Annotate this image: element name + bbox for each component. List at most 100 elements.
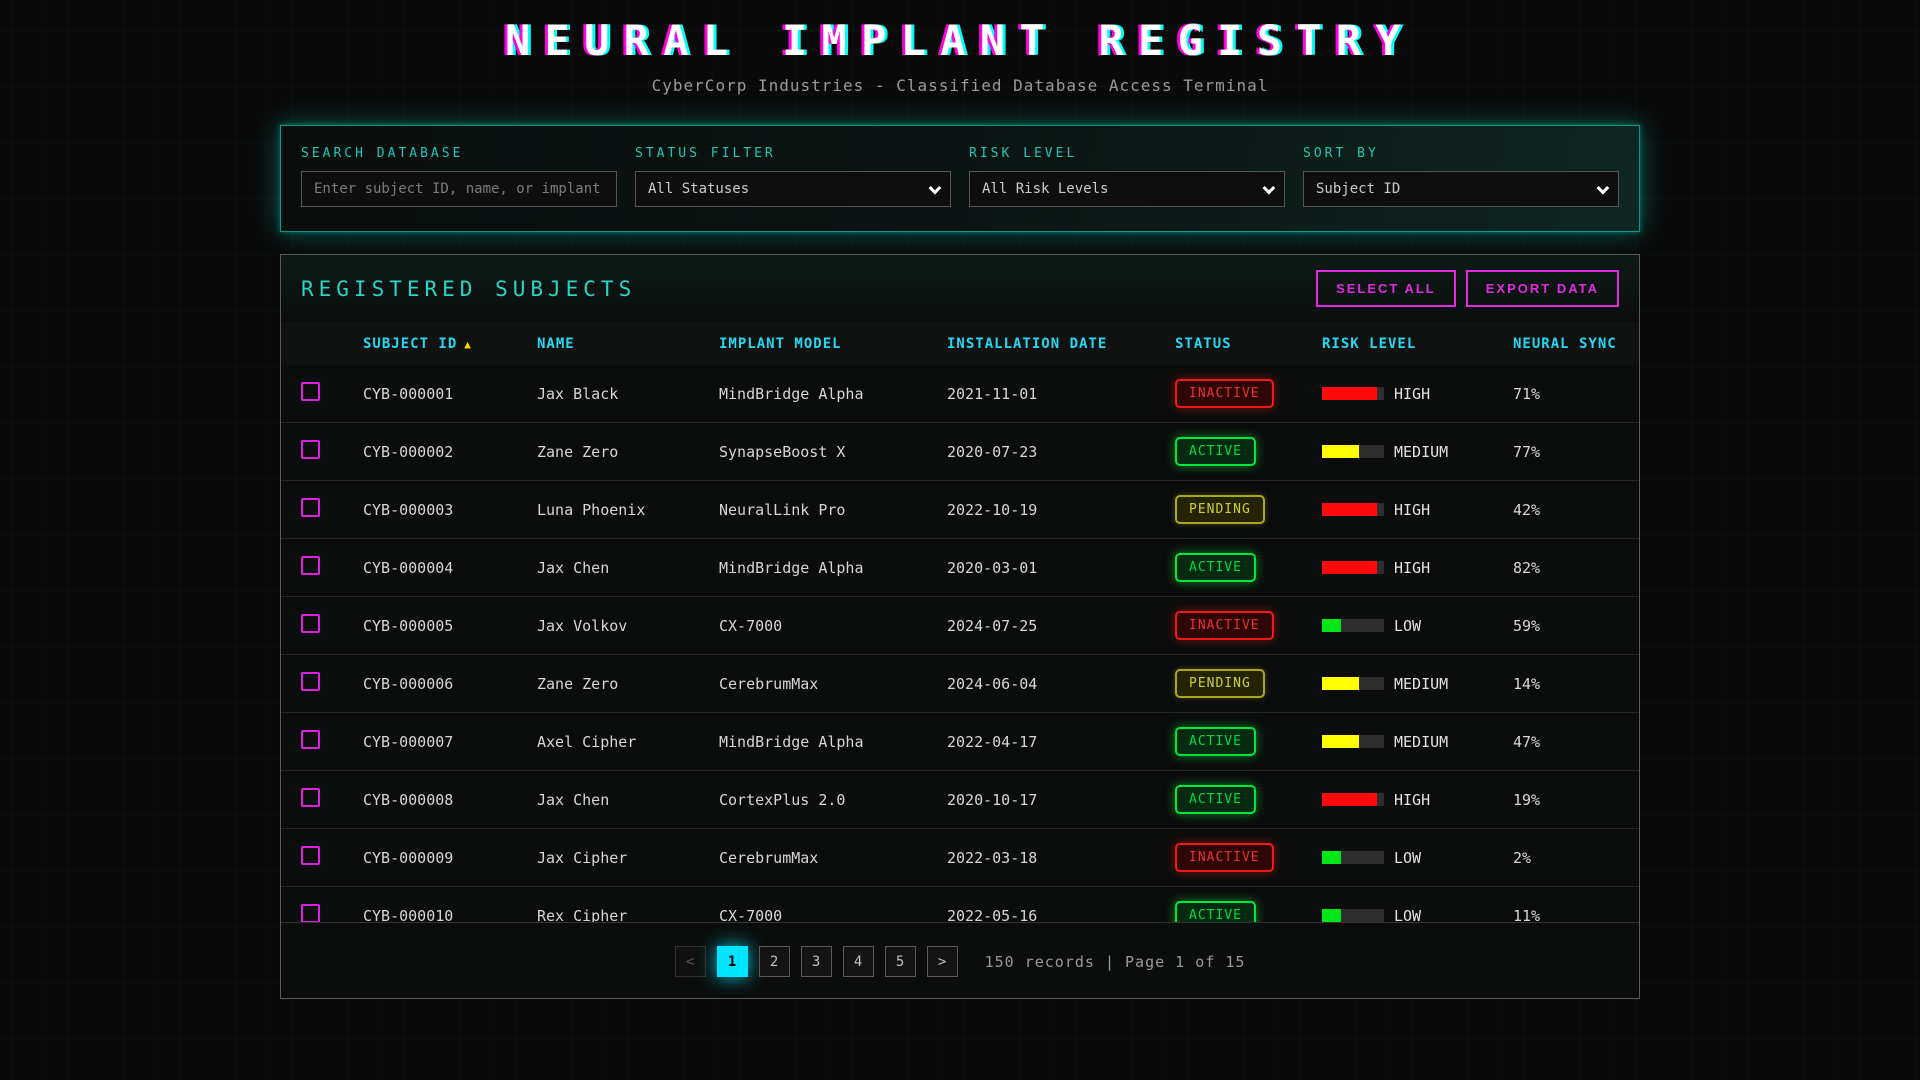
table-row: CYB-000010 Rex Cipher CX-7000 2022-05-16… [281, 887, 1639, 922]
status-filter-value: All Statuses [648, 181, 749, 197]
status-badge: ACTIVE [1175, 901, 1256, 922]
row-checkbox[interactable] [301, 672, 320, 691]
status-badge: INACTIVE [1175, 379, 1274, 408]
column-header-subject-id[interactable]: SUBJECT ID▲ [363, 336, 537, 352]
subject-id-cell: CYB-000005 [363, 617, 537, 635]
risk-bar-fill [1322, 677, 1359, 690]
risk-bar-fill [1322, 445, 1359, 458]
risk-label: LOW [1394, 849, 1421, 867]
column-header-installation-date[interactable]: INSTALLATION DATE [947, 336, 1175, 352]
subjects-title: REGISTERED SUBJECTS [301, 277, 636, 301]
implant-model-cell: CerebrumMax [719, 849, 947, 867]
status-badge: ACTIVE [1175, 437, 1256, 466]
installation-date-cell: 2020-03-01 [947, 559, 1175, 577]
chevron-down-icon [1263, 181, 1276, 194]
table-row: CYB-000007 Axel Cipher MindBridge Alpha … [281, 713, 1639, 771]
row-checkbox[interactable] [301, 846, 320, 865]
sort-select[interactable]: Subject ID [1303, 171, 1619, 207]
page-button-2[interactable]: 2 [759, 946, 790, 977]
risk-bar [1322, 909, 1384, 922]
name-cell: Jax Volkov [537, 617, 719, 635]
sort-value: Subject ID [1316, 181, 1400, 197]
row-checkbox[interactable] [301, 614, 320, 633]
column-header-name[interactable]: NAME [537, 336, 719, 352]
neural-sync-cell: 71% [1513, 385, 1619, 403]
page-button-4[interactable]: 4 [843, 946, 874, 977]
installation-date-cell: 2024-06-04 [947, 675, 1175, 693]
name-cell: Jax Chen [537, 791, 719, 809]
risk-bar-fill [1322, 793, 1377, 806]
risk-level-cell: HIGH [1322, 559, 1513, 577]
risk-filter-select[interactable]: All Risk Levels [969, 171, 1285, 207]
chevron-down-icon [1597, 181, 1610, 194]
sort-ascending-icon: ▲ [464, 338, 472, 351]
subject-id-cell: CYB-000007 [363, 733, 537, 751]
risk-label: LOW [1394, 907, 1421, 923]
page-buttons: 12345 [717, 946, 916, 977]
risk-bar [1322, 851, 1384, 864]
next-page-button[interactable]: > [927, 946, 958, 977]
name-cell: Rex Cipher [537, 907, 719, 923]
subjects-panel-header: REGISTERED SUBJECTS SELECT ALL EXPORT DA… [281, 255, 1639, 322]
row-checkbox[interactable] [301, 788, 320, 807]
column-header-risk-level[interactable]: RISK LEVEL [1322, 336, 1513, 352]
row-checkbox[interactable] [301, 382, 320, 401]
row-checkbox[interactable] [301, 440, 320, 459]
subject-id-cell: CYB-000004 [363, 559, 537, 577]
subject-id-cell: CYB-000010 [363, 907, 537, 923]
risk-level-cell: HIGH [1322, 791, 1513, 809]
subject-id-cell: CYB-000008 [363, 791, 537, 809]
name-cell: Axel Cipher [537, 733, 719, 751]
risk-bar [1322, 445, 1384, 458]
row-checkbox[interactable] [301, 556, 320, 575]
status-filter-select[interactable]: All Statuses [635, 171, 951, 207]
status-filter-label: STATUS FILTER [635, 146, 951, 161]
column-header-status[interactable]: STATUS [1175, 336, 1322, 352]
installation-date-cell: 2022-03-18 [947, 849, 1175, 867]
prev-page-button[interactable]: < [675, 946, 706, 977]
risk-level-cell: MEDIUM [1322, 675, 1513, 693]
risk-bar [1322, 619, 1384, 632]
status-badge: ACTIVE [1175, 785, 1256, 814]
implant-model-cell: CX-7000 [719, 907, 947, 923]
page-button-1[interactable]: 1 [717, 946, 748, 977]
name-cell: Jax Chen [537, 559, 719, 577]
export-data-button[interactable]: EXPORT DATA [1466, 270, 1619, 307]
subject-id-cell: CYB-000001 [363, 385, 537, 403]
risk-label: HIGH [1394, 791, 1430, 809]
column-header-neural-sync[interactable]: NEURAL SYNC [1513, 336, 1619, 352]
implant-model-cell: SynapseBoost X [719, 443, 947, 461]
risk-bar [1322, 677, 1384, 690]
row-checkbox[interactable] [301, 904, 320, 922]
search-input[interactable] [301, 171, 617, 207]
implant-model-cell: CX-7000 [719, 617, 947, 635]
neural-sync-cell: 42% [1513, 501, 1619, 519]
implant-model-cell: NeuralLink Pro [719, 501, 947, 519]
risk-filter-label: RISK LEVEL [969, 146, 1285, 161]
page-subtitle: CyberCorp Industries - Classified Databa… [0, 76, 1920, 95]
neural-sync-cell: 47% [1513, 733, 1619, 751]
sort-group: SORT BY Subject ID [1303, 146, 1619, 207]
neural-sync-cell: 19% [1513, 791, 1619, 809]
subjects-panel: REGISTERED SUBJECTS SELECT ALL EXPORT DA… [280, 254, 1640, 999]
name-cell: Jax Black [537, 385, 719, 403]
risk-bar [1322, 793, 1384, 806]
row-checkbox[interactable] [301, 498, 320, 517]
neural-sync-cell: 11% [1513, 907, 1619, 923]
installation-date-cell: 2022-10-19 [947, 501, 1175, 519]
implant-model-cell: MindBridge Alpha [719, 559, 947, 577]
column-header-implant-model[interactable]: IMPLANT MODEL [719, 336, 947, 352]
pagination-summary: 150 records | Page 1 of 15 [985, 953, 1246, 971]
search-group: SEARCH DATABASE [301, 146, 617, 207]
risk-bar [1322, 561, 1384, 574]
table-row: CYB-000004 Jax Chen MindBridge Alpha 202… [281, 539, 1639, 597]
risk-level-cell: LOW [1322, 617, 1513, 635]
page-button-3[interactable]: 3 [801, 946, 832, 977]
status-badge: INACTIVE [1175, 611, 1274, 640]
page-button-5[interactable]: 5 [885, 946, 916, 977]
implant-model-cell: MindBridge Alpha [719, 385, 947, 403]
row-checkbox[interactable] [301, 730, 320, 749]
select-all-button[interactable]: SELECT ALL [1316, 270, 1456, 307]
risk-level-cell: HIGH [1322, 501, 1513, 519]
pagination-bar: < 12345 > 150 records | Page 1 of 15 [281, 922, 1639, 999]
